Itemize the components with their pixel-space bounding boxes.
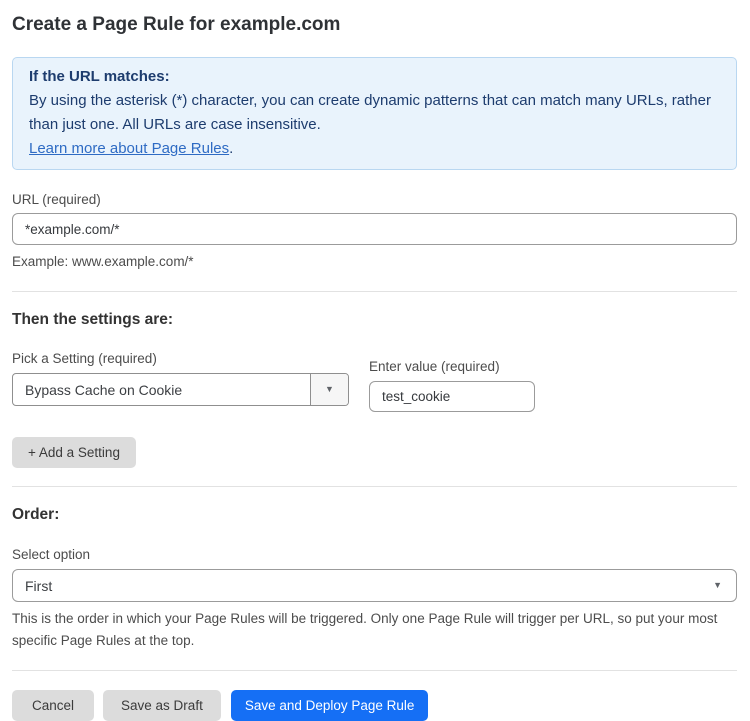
learn-more-link[interactable]: Learn more about Page Rules [29, 140, 229, 157]
link-suffix: . [229, 140, 233, 157]
page-title: Create a Page Rule for example.com [12, 13, 737, 37]
order-select-label: Select option [12, 546, 737, 563]
url-field-label: URL (required) [12, 191, 737, 208]
order-hint: This is the order in which your Page Rul… [12, 608, 737, 652]
url-matches-info-box: If the URL matches: By using the asteris… [12, 57, 737, 170]
add-setting-button[interactable]: + Add a Setting [12, 437, 136, 468]
pick-setting-label: Pick a Setting (required) [12, 350, 349, 367]
info-box-link-line: Learn more about Page Rules. [29, 137, 720, 161]
url-example-hint: Example: www.example.com/* [12, 251, 737, 273]
setting-value-input[interactable] [369, 381, 535, 412]
setting-select[interactable]: Bypass Cache on Cookie ▼ [12, 373, 349, 406]
order-select-value: First [25, 578, 52, 594]
url-input[interactable] [12, 213, 737, 245]
divider [12, 670, 737, 671]
save-as-draft-button[interactable]: Save as Draft [103, 690, 221, 721]
order-section-heading: Order: [12, 506, 737, 524]
settings-section-heading: Then the settings are: [12, 311, 737, 329]
divider [12, 486, 737, 487]
footer-buttons: Cancel Save as Draft Save and Deploy Pag… [12, 690, 737, 721]
caret-down-icon: ▼ [325, 385, 334, 394]
divider [12, 291, 737, 292]
enter-value-label: Enter value (required) [369, 358, 535, 375]
pick-setting-column: Pick a Setting (required) Bypass Cache o… [12, 350, 349, 412]
setting-select-arrow-button[interactable]: ▼ [310, 374, 348, 405]
cancel-button[interactable]: Cancel [12, 690, 94, 721]
enter-value-column: Enter value (required) [369, 350, 535, 412]
info-box-heading: If the URL matches: [29, 65, 720, 89]
setting-select-value: Bypass Cache on Cookie [13, 374, 310, 405]
info-box-body: By using the asterisk (*) character, you… [29, 89, 720, 137]
caret-down-icon: ▼ [713, 581, 722, 590]
order-select[interactable]: First ▼ [12, 569, 737, 602]
save-and-deploy-button[interactable]: Save and Deploy Page Rule [231, 690, 429, 721]
create-page-rule-form: Create a Page Rule for example.com If th… [0, 13, 750, 721]
settings-row: Pick a Setting (required) Bypass Cache o… [12, 350, 737, 412]
